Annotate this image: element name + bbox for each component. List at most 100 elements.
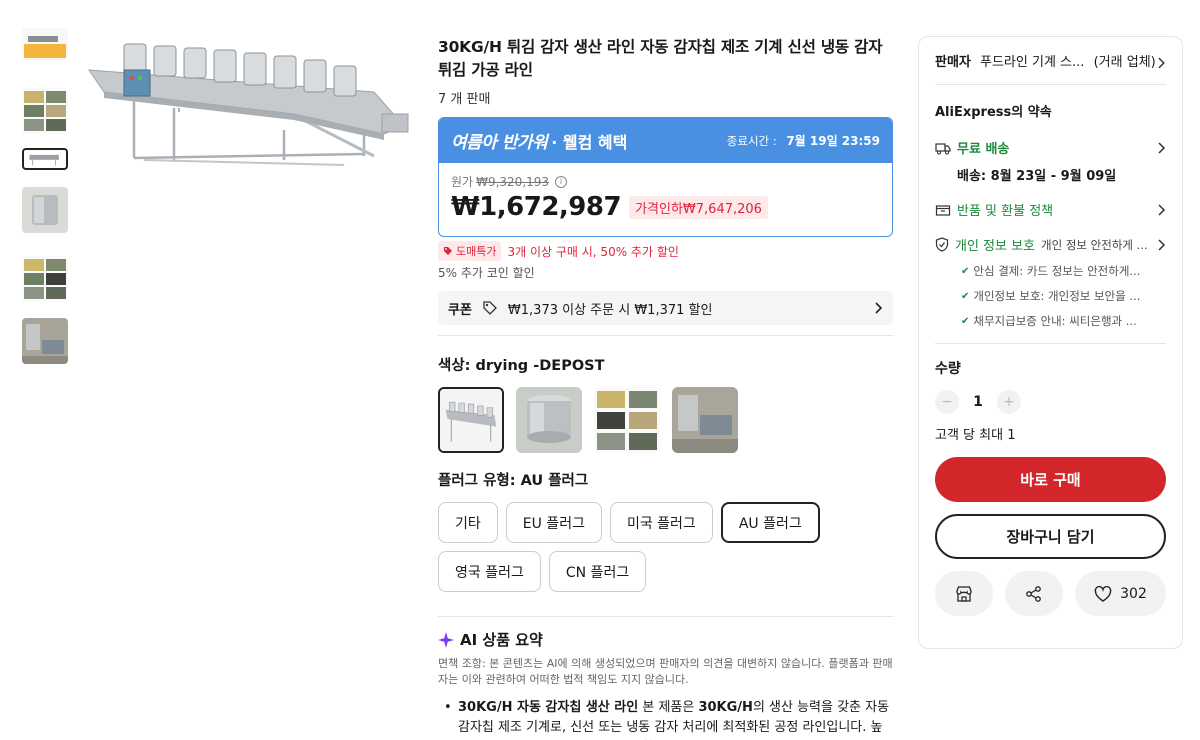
thumbnail-5[interactable]: [22, 256, 68, 302]
privacy-check-text: 개인정보 보호: 개인정보 보안을 ...: [973, 289, 1141, 303]
sparkle-icon: [438, 631, 454, 648]
plug-option-other[interactable]: 기타: [438, 502, 498, 543]
plug-option-eu[interactable]: EU 플러그: [505, 502, 602, 543]
original-price-value: ₩9,320,193: [476, 174, 550, 189]
main-product-image: [84, 30, 416, 180]
quantity-limit: 고객 당 최대 1: [935, 428, 1016, 443]
store-icon: [956, 585, 972, 602]
info-icon[interactable]: i: [555, 175, 568, 188]
plug-option-cn[interactable]: CN 플러그: [548, 551, 647, 592]
privacy-check-1: ✔ 안심 결제: 카드 정보는 안전하게...: [961, 263, 1166, 279]
quantity-value: 1: [973, 394, 983, 410]
share-button[interactable]: [1005, 571, 1063, 616]
seller-name[interactable]: 푸드라인 기계 스...: [980, 53, 1090, 72]
product-info: 30KG/H 튀김 감자 생산 라인 자동 감자칩 제조 기계 신선 냉동 감자…: [438, 36, 894, 740]
color-swatches: [438, 387, 894, 453]
product-title: 30KG/H 튀김 감자 생산 라인 자동 감자칩 제조 기계 신선 냉동 감자…: [438, 38, 883, 79]
chevron-right-icon: [1158, 203, 1166, 216]
seller-row[interactable]: 판매자 푸드라인 기계 스... (거래 업체): [935, 37, 1166, 72]
quantity-stepper: − 1 +: [935, 390, 1166, 414]
seller-note: (거래 업체): [1093, 55, 1156, 70]
bulk-badge-text: 도매특가: [456, 245, 497, 258]
bullet-bold-2: 30KG/H: [698, 700, 753, 715]
quantity-title: 수량: [935, 361, 961, 377]
bulk-text: 3개 이상 구매 시, 50% 추가 할인: [507, 244, 679, 259]
return-box-icon: [935, 204, 951, 216]
plug-options: 기타 EU 플러그 미국 플러그 AU 플러그 영국 플러그 CN 플러그: [438, 502, 838, 592]
promo-bar: 여름아 반가워 · 웰컴 혜택 종료시간 : 7월 19일 23:59: [439, 118, 892, 163]
tag-icon: [444, 247, 452, 255]
privacy-check-text: 안심 결제: 카드 정보는 안전하게...: [973, 264, 1141, 278]
ai-summary-heading: AI 상품 요약: [438, 629, 894, 650]
privacy-note: 개인 정보 안전하게 ...: [1041, 237, 1148, 252]
free-shipping: 무료 배송: [957, 142, 1010, 157]
truck-icon: [935, 142, 951, 154]
bullet-bold-1: 30KG/H 자동 감자칩 생산 라인: [458, 700, 639, 715]
bulk-badge: 도매특가: [438, 241, 502, 261]
check-icon: ✔: [961, 315, 970, 327]
decrease-button[interactable]: −: [935, 390, 959, 414]
buy-now-button[interactable]: 바로 구매: [935, 457, 1166, 502]
plug-option-us[interactable]: 미국 플러그: [609, 502, 713, 543]
wishlist-button[interactable]: 302: [1075, 571, 1166, 616]
chevron-right-icon: [1158, 238, 1166, 251]
promise-title: AliExpress의 약속: [935, 105, 1052, 120]
delivery-date: 배송: 8월 23일 - 9월 09일: [957, 169, 1117, 184]
thumbnail-4[interactable]: [22, 187, 68, 233]
coin-discount: 5% 추가 코인 할인: [438, 266, 535, 280]
increase-button[interactable]: +: [997, 390, 1021, 414]
coupon-row[interactable]: 쿠폰 ₩1,373 이상 주문 시 ₩1,371 할인: [438, 291, 893, 325]
secondary-actions: 302: [935, 571, 1166, 616]
divider: [935, 84, 1166, 85]
privacy-check-text: 채무지급보증 안내: 씨티은행과 ...: [973, 314, 1137, 328]
coupon-tag-icon: [483, 301, 497, 315]
divider: [935, 343, 1166, 344]
add-to-cart-button[interactable]: 장바구니 담기: [935, 514, 1166, 559]
free-shipping-row[interactable]: 무료 배송: [935, 138, 1166, 157]
divider: [438, 335, 893, 336]
promo-end-label: 종료시간 :: [726, 134, 777, 148]
swatch-tank[interactable]: [516, 387, 582, 453]
promo-brand: 여름아 반가워: [451, 133, 548, 153]
ai-summary-title: AI 상품 요약: [460, 631, 543, 649]
ai-summary-bullet: 30KG/H 자동 감자칩 생산 라인 본 제품은 30KG/H의 생산 능력을…: [438, 698, 894, 740]
privacy-row[interactable]: 개인 정보 보호 개인 정보 안전하게 ...: [935, 235, 1166, 254]
like-count: 302: [1120, 585, 1147, 602]
plug-option-au[interactable]: AU 플러그: [720, 502, 820, 543]
original-price-label: 원가: [451, 175, 474, 189]
sold-count: 7 개 판매: [438, 92, 491, 107]
thumbnail-6[interactable]: [22, 318, 68, 364]
swatch-conveyor[interactable]: [438, 387, 504, 453]
seller-label: 판매자: [935, 55, 971, 70]
privacy-title: 개인 정보 보호: [955, 239, 1036, 254]
swatch-machine[interactable]: [672, 387, 738, 453]
chevron-right-icon: [1158, 141, 1166, 154]
thumbnail-3-selected[interactable]: [22, 148, 68, 170]
price-box: 여름아 반가워 · 웰컴 혜택 종료시간 : 7월 19일 23:59 원가 ₩…: [438, 117, 893, 237]
divider: [438, 616, 893, 617]
swatch-collage[interactable]: [594, 387, 660, 453]
store-button[interactable]: [935, 571, 993, 616]
shield-check-icon: [935, 237, 949, 252]
privacy-check-2: ✔ 개인정보 보호: 개인정보 보안을 ...: [961, 288, 1166, 304]
heart-icon: [1094, 585, 1112, 602]
color-option-title: 색상: drying -DEPOST: [438, 358, 605, 374]
coupon-label: 쿠폰: [448, 302, 472, 318]
share-icon: [1026, 585, 1041, 602]
thumbnail-2[interactable]: [22, 88, 68, 134]
bullet-text-1: 본 제품은: [638, 700, 699, 715]
chevron-right-icon: [875, 302, 883, 314]
check-icon: ✔: [961, 290, 970, 302]
current-price: ₩1,672,987: [451, 192, 622, 222]
thumbnail-1[interactable]: [22, 28, 68, 60]
ai-disclaimer: 면책 조항: 본 콘텐츠는 AI에 의해 생성되었으며 판매자의 의견을 대변하…: [438, 657, 893, 686]
purchase-panel: 판매자 푸드라인 기계 스... (거래 업체) AliExpress의 약속 …: [918, 36, 1183, 649]
promo-suffix: · 웰컴 혜택: [551, 132, 628, 152]
plug-option-uk[interactable]: 영국 플러그: [438, 551, 541, 592]
coupon-text: ₩1,373 이상 주문 시 ₩1,371 할인: [507, 302, 713, 318]
chevron-right-icon: [1158, 57, 1166, 69]
bulk-discount: 도매특가 3개 이상 구매 시, 50% 추가 할인: [438, 241, 894, 261]
refund-policy: 반품 및 환불 정책: [957, 204, 1054, 219]
refund-row[interactable]: 반품 및 환불 정책: [935, 200, 1166, 219]
check-icon: ✔: [961, 265, 970, 277]
